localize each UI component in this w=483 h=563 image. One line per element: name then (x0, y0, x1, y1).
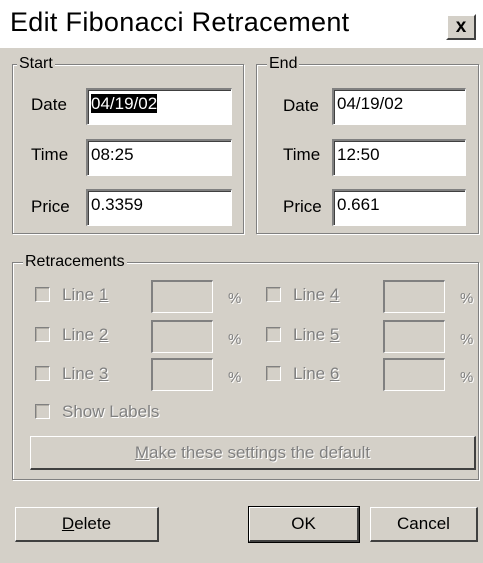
retracements-legend: Retracements (23, 253, 127, 271)
line-6-checkbox[interactable] (266, 366, 281, 381)
line-2-percent-field[interactable] (151, 320, 213, 353)
close-button[interactable]: x (446, 14, 476, 40)
line-4-percent-sign: % (460, 290, 474, 307)
line-5-percent-field[interactable] (383, 320, 445, 353)
line-3-label[interactable]: Line 3 (62, 364, 108, 384)
line-4-checkbox[interactable] (266, 287, 281, 302)
end-date-field[interactable]: 04/19/02 (332, 88, 466, 125)
end-price-label: Price (283, 197, 322, 216)
line-1-percent-field[interactable] (151, 280, 213, 313)
dialog-title: Edit Fibonacci Retracement (10, 7, 350, 37)
end-legend: End (267, 55, 300, 73)
line-1-label[interactable]: Line 1 (62, 285, 108, 305)
end-time-label: Time (283, 145, 321, 164)
show-labels-label[interactable]: Show Labels (62, 402, 159, 422)
start-date-field[interactable]: 04/19/02 (86, 88, 232, 125)
delete-button[interactable]: Delete (15, 507, 159, 542)
line-1-percent-sign: % (228, 290, 242, 307)
line-1-checkbox[interactable] (35, 287, 50, 302)
title-bar: Edit Fibonacci Retracement x (0, 0, 483, 48)
end-time-field[interactable]: 12:50 (332, 139, 466, 176)
line-3-percent-field[interactable] (151, 358, 213, 391)
start-legend: Start (17, 55, 55, 73)
line-3-checkbox[interactable] (35, 366, 50, 381)
start-date-label: Date (31, 95, 67, 114)
end-date-label: Date (283, 96, 319, 115)
line-2-label[interactable]: Line 2 (62, 325, 108, 345)
line-2-percent-sign: % (228, 331, 242, 348)
line-2-checkbox[interactable] (35, 327, 50, 342)
make-default-button[interactable]: Make these settings the default (30, 436, 476, 470)
line-6-percent-field[interactable] (383, 358, 445, 391)
start-price-field[interactable]: 0.3359 (86, 189, 232, 226)
end-price-field[interactable]: 0.661 (332, 189, 466, 226)
line-4-percent-field[interactable] (383, 280, 445, 313)
start-price-label: Price (31, 197, 70, 216)
close-icon: x (455, 16, 467, 37)
start-time-field[interactable]: 08:25 (86, 139, 232, 176)
line-6-label[interactable]: Line 6 (293, 364, 339, 384)
line-5-percent-sign: % (460, 331, 474, 348)
line-3-percent-sign: % (228, 369, 242, 386)
line-5-checkbox[interactable] (266, 327, 281, 342)
line-5-label[interactable]: Line 5 (293, 325, 339, 345)
cancel-button[interactable]: Cancel (370, 507, 478, 542)
ok-button[interactable]: OK (248, 506, 360, 543)
line-4-label[interactable]: Line 4 (293, 285, 339, 305)
line-6-percent-sign: % (460, 369, 474, 386)
start-time-label: Time (31, 145, 69, 164)
start-date-value: 04/19/02 (91, 94, 158, 113)
show-labels-checkbox[interactable] (35, 404, 50, 419)
